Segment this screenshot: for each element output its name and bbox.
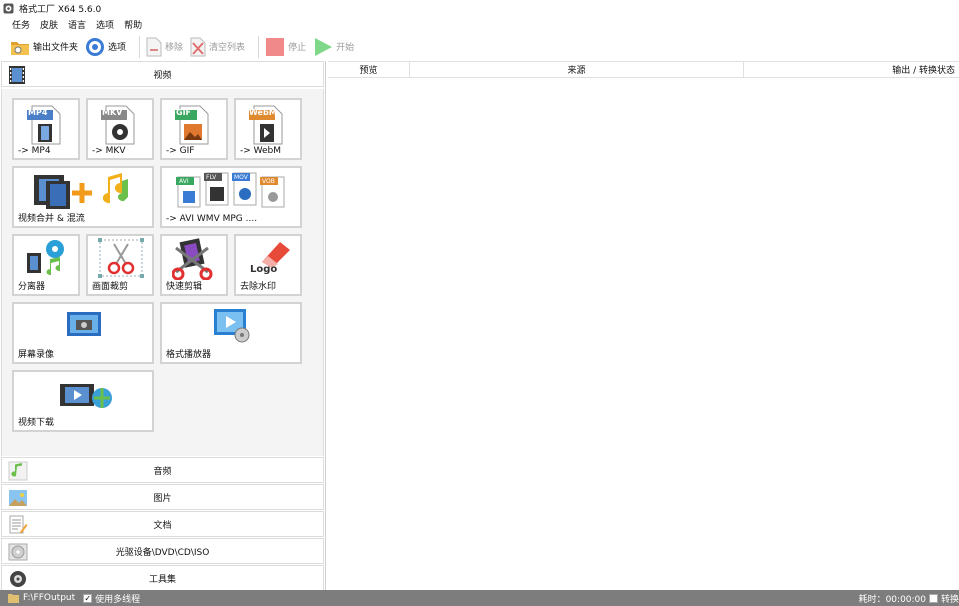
title-bar: 格式工厂 X64 5.6.0: [0, 0, 959, 17]
tile-watermark[interactable]: Logo 去除水印: [234, 234, 302, 296]
tile-label: 屏幕录像: [18, 350, 55, 360]
video-download-icon: [60, 384, 112, 408]
mov-badge: MOV: [234, 174, 248, 181]
webm-badge: WebM: [249, 108, 277, 117]
music-note-icon: [8, 461, 28, 481]
after-convert-option[interactable]: 转换: [928, 592, 959, 605]
video-tools-grid: MP4 -> MP4 MKV -> MKV GIF -> GIF WebM ->…: [1, 89, 324, 456]
tile-label: 去除水印: [240, 282, 277, 292]
category-document[interactable]: 文档: [1, 511, 324, 537]
status-bar: F:\FFOutput ✓ 使用多线程 耗时：00:00:00 转换: [0, 590, 959, 606]
folder-icon: [11, 41, 29, 55]
toolbar: 输出文件夹 选项 移除 清空列表 停止 开始: [0, 33, 959, 60]
options-button[interactable]: 选项: [85, 35, 126, 59]
menu-options[interactable]: 选项: [96, 18, 114, 31]
after-convert-label: 转换: [940, 594, 959, 605]
folder-icon[interactable]: [8, 593, 19, 603]
tile-label: 快速剪辑: [166, 282, 203, 292]
tile-label: 分离器: [18, 282, 46, 292]
category-tools[interactable]: 工具集: [1, 565, 324, 591]
tile-mkv[interactable]: MKV -> MKV: [86, 98, 154, 160]
menu-help[interactable]: 帮助: [124, 18, 142, 31]
tile-label: 画面裁剪: [92, 282, 129, 292]
avi-badge: AVI: [179, 178, 189, 185]
tile-label: -> MKV: [92, 146, 126, 156]
tile-splitter[interactable]: 分离器: [12, 234, 80, 296]
tile-label: 格式播放器: [166, 350, 212, 360]
crop-scissors-icon: [98, 238, 144, 278]
task-list[interactable]: 预览 来源 输出 / 转换状态: [328, 61, 959, 590]
tile-video-download[interactable]: 视频下载: [12, 370, 154, 432]
document-icon: [9, 515, 28, 534]
mkv-badge: MKV: [102, 108, 123, 117]
gear-icon: [86, 37, 105, 56]
film-icon: [9, 66, 25, 84]
menu-skin[interactable]: 皮肤: [40, 18, 58, 31]
list-header: 预览 来源 输出 / 转换状态: [328, 61, 959, 78]
tile-label: -> WebM: [240, 146, 282, 156]
tile-webm[interactable]: WebM -> WebM: [234, 98, 302, 160]
tile-screen-recorder[interactable]: 屏幕录像: [12, 302, 154, 364]
elapsed-time: 耗时：00:00:00: [858, 594, 926, 605]
splitter-icon: [27, 240, 64, 276]
play-icon: [315, 37, 333, 56]
multithread-checkbox[interactable]: ✓: [83, 593, 93, 603]
start-button[interactable]: 开始: [313, 35, 354, 59]
toolbar-divider: [139, 35, 141, 58]
column-preview[interactable]: 预览: [328, 62, 410, 77]
menu-bar: 任务 皮肤 语言 选项 帮助: [0, 17, 959, 32]
tile-mp4[interactable]: MP4 -> MP4: [12, 98, 80, 160]
logo-text: Logo: [250, 264, 278, 275]
output-path[interactable]: F:\FFOutput: [23, 593, 75, 603]
toolbar-divider: [258, 35, 260, 58]
tile-merge[interactable]: 视频合并 & 混流: [12, 166, 154, 228]
document-remove-icon: [146, 37, 162, 56]
tile-label: -> MP4: [18, 146, 51, 156]
mp4-badge: MP4: [28, 108, 48, 117]
output-folder-button[interactable]: 输出文件夹: [10, 35, 78, 59]
menu-language[interactable]: 语言: [68, 18, 86, 31]
picture-icon: [9, 490, 27, 506]
toolset-icon: [10, 571, 26, 587]
menu-task[interactable]: 任务: [12, 18, 30, 31]
category-video[interactable]: 视频: [1, 61, 324, 87]
tile-crop[interactable]: 画面裁剪: [86, 234, 154, 296]
multi-format-icon: [176, 172, 285, 208]
merge-video-audio-icon: [34, 173, 128, 209]
disc-drive-icon: [8, 543, 28, 561]
tile-avi-wmv-mpg[interactable]: AVI FLV MOV VOB -> AVI WMV MPG ....: [160, 166, 302, 228]
app-icon: [3, 3, 14, 14]
category-disc[interactable]: 光驱设备\DVD\CD\ISO: [1, 538, 324, 564]
gif-badge: GIF: [176, 108, 192, 117]
flv-badge: FLV: [206, 174, 217, 181]
multithread-label: 使用多线程: [95, 594, 141, 605]
column-source[interactable]: 来源: [410, 62, 744, 77]
vob-badge: VOB: [262, 178, 275, 185]
stop-button[interactable]: 停止: [265, 35, 306, 59]
clear-list-button[interactable]: 清空列表: [190, 35, 245, 59]
multithread-option[interactable]: ✓ 使用多线程: [83, 592, 140, 605]
category-audio[interactable]: 音频: [1, 457, 324, 483]
function-panel: 视频 MP4 -> MP4 MKV -> MKV GIF -> GIF WebM…: [0, 61, 326, 591]
remove-button[interactable]: 移除: [146, 35, 183, 59]
screen-record-icon: [67, 312, 101, 336]
quick-cut-icon: [172, 238, 213, 280]
tile-format-player[interactable]: 格式播放器: [160, 302, 302, 364]
tile-label: 视频下载: [18, 418, 55, 428]
tile-label: -> GIF: [166, 146, 195, 156]
stop-icon: [266, 37, 285, 56]
column-output-status[interactable]: 输出 / 转换状态: [744, 62, 959, 77]
after-convert-checkbox[interactable]: [928, 593, 938, 603]
window-title: 格式工厂 X64 5.6.0: [19, 5, 102, 15]
player-icon: [214, 309, 250, 343]
tile-quickcut[interactable]: 快速剪辑: [160, 234, 228, 296]
tile-label: 视频合并 & 混流: [18, 214, 85, 224]
tile-label: -> AVI WMV MPG ....: [166, 214, 258, 224]
category-image[interactable]: 图片: [1, 484, 324, 510]
tile-gif[interactable]: GIF -> GIF: [160, 98, 228, 160]
clear-x-icon: [190, 37, 206, 56]
